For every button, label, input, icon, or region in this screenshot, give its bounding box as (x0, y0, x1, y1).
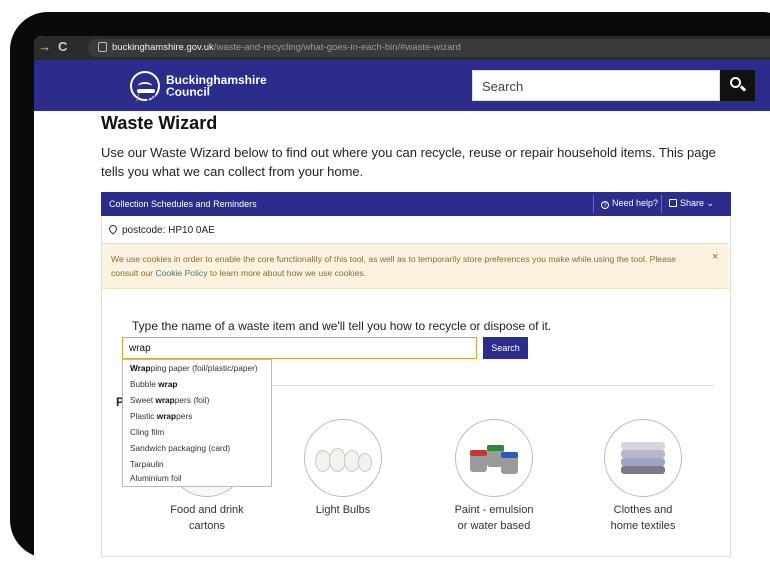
category-label[interactable]: Clothes and home textiles (578, 502, 708, 534)
category-label[interactable]: Food and drink cartons (142, 502, 272, 534)
postcode-label: postcode: HP10 0AE (122, 225, 215, 236)
light-bulbs-image[interactable] (304, 419, 382, 497)
site-search-button[interactable] (720, 70, 755, 101)
suggestion-item[interactable]: Bubble wrap (130, 379, 178, 389)
need-help-label: Need help? (612, 198, 659, 208)
autocomplete-dropdown: Wrapping paper (foil/plastic/paper) Bubb… (122, 359, 272, 487)
cookie-text-after: to learn more about how we use cookies. (207, 268, 367, 278)
postcode-display[interactable]: postcode: HP10 0AE (107, 223, 215, 236)
site-search-input[interactable]: Search (472, 70, 720, 101)
suggestion-item[interactable]: Aluminium foil (130, 473, 182, 483)
suggestion-item[interactable]: Sandwich packaging (card) (130, 443, 230, 453)
panel-title: Collection Schedules and Reminders (109, 199, 257, 209)
divider (593, 195, 594, 213)
waste-item-input[interactable] (122, 337, 477, 359)
breadcrumb-waste[interactable]: Waste and recycling (145, 92, 244, 104)
need-help-button[interactable]: ? Need help? (601, 198, 658, 209)
help-icon: ? (601, 201, 609, 209)
suggestion-item[interactable]: Cling film (130, 427, 164, 437)
browser-toolbar: → C buckinghamshire.gov.uk/waste-and-rec… (34, 36, 770, 60)
cookie-policy-link[interactable]: Cookie Policy (155, 268, 207, 278)
chevron-down-icon: ⌄ (706, 198, 715, 208)
page-intro: Use our Waste Wizard below to find out w… (101, 145, 716, 179)
suggestion-item[interactable]: Wrapping paper (foil/plastic/paper) (130, 363, 258, 373)
url-path: /waste-and-recycling/what-goes-in-each-b… (213, 42, 461, 53)
suggestion-item[interactable]: Plastic wrappers (130, 411, 192, 421)
breadcrumb-home[interactable]: Home (101, 92, 130, 104)
suggestion-item[interactable]: Tarpaulin (130, 459, 164, 469)
clothes-pile-image[interactable] (604, 419, 682, 497)
divider (661, 195, 662, 213)
location-pin-icon (107, 223, 119, 235)
category-label[interactable]: Paint - emulsion or water based (429, 502, 559, 534)
paint-tins-image[interactable] (455, 419, 533, 497)
lock-icon (98, 42, 107, 52)
breadcrumb-separator: / (136, 92, 140, 104)
device-bezel: → C buckinghamshire.gov.uk/waste-and-rec… (10, 12, 770, 561)
suggestion-item[interactable]: Sweet wrappers (foil) (130, 395, 209, 405)
url-text[interactable]: buckinghamshire.gov.uk/waste-and-recycli… (112, 42, 461, 53)
page-title: Waste Wizard (101, 113, 218, 133)
category-label[interactable]: Light Bulbs (278, 502, 408, 518)
share-label: Share (680, 198, 705, 208)
panel-header: Collection Schedules and Reminders ? Need… (101, 192, 731, 216)
share-icon (669, 199, 677, 207)
share-button[interactable]: Share ⌄ (669, 198, 714, 209)
cookie-text: We use cookies in order to enable the co… (111, 252, 701, 280)
cookie-banner: We use cookies in order to enable the co… (102, 243, 729, 289)
breadcrumb: Home / Waste and recycling (101, 92, 244, 104)
forward-icon[interactable]: → (38, 39, 51, 54)
reload-icon[interactable]: C (58, 39, 67, 54)
wizard-search-button[interactable]: Search (483, 337, 528, 359)
wizard-prompt: Type the name of a waste item and we'll … (132, 319, 552, 333)
close-icon[interactable]: × (712, 251, 718, 263)
site-search-placeholder: Search (482, 79, 524, 94)
url-host: buckinghamshire.gov.uk (112, 42, 214, 53)
